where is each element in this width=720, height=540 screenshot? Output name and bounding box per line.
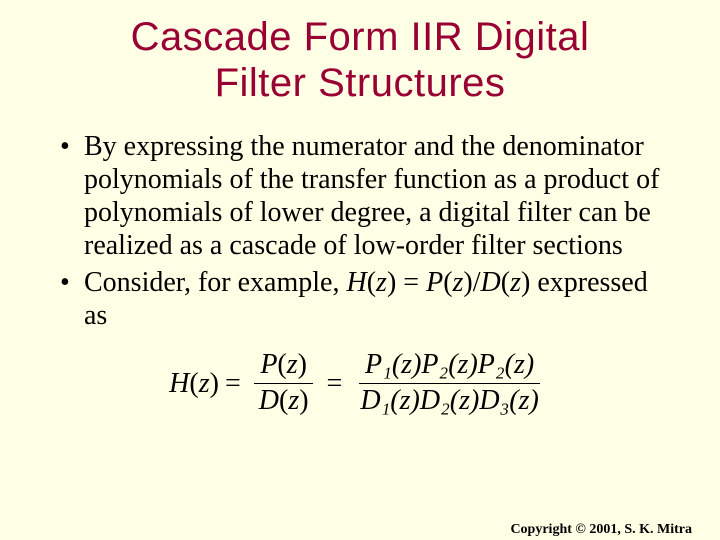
bullet-2: • Consider, for example, H(z) = P(z)/D(z… xyxy=(60,266,660,332)
fraction-2-num: P₁(z)P₂(z)P₂(z) xyxy=(359,350,540,384)
fraction-2: P₁(z)P₂(z)P₂(z) D₁(z)D₂(z)D₃(z) xyxy=(354,350,545,417)
eq-equals: = xyxy=(225,367,241,400)
paren-open: ( xyxy=(277,349,286,380)
eq-equals: = xyxy=(327,367,343,400)
eq-H: H xyxy=(169,367,189,400)
copyright-notice: Copyright © 2001, S. K. Mitra xyxy=(510,522,692,538)
slide-body: • By expressing the numerator and the de… xyxy=(60,130,660,417)
fraction-1-den: D(z) xyxy=(253,384,315,417)
var-D: D xyxy=(481,267,501,298)
eq-z: z xyxy=(288,385,299,416)
bullet-1: • By expressing the numerator and the de… xyxy=(60,130,660,262)
var-H: H xyxy=(346,267,366,298)
var-z: z xyxy=(376,267,387,298)
paren-close: ) xyxy=(299,385,308,416)
slide-title: Cascade Form IIR Digital Filter Structur… xyxy=(0,14,720,106)
bullet-1-text: By expressing the numerator and the deno… xyxy=(84,130,660,262)
paren-open: ( xyxy=(189,367,198,400)
bullet-mark: • xyxy=(60,266,84,332)
bullet-mark: • xyxy=(60,130,84,262)
fraction-1: P(z) D(z) xyxy=(253,350,315,417)
paren-open: ( xyxy=(279,385,288,416)
fraction-2-den: D₁(z)D₂(z)D₃(z) xyxy=(354,384,545,417)
var-z: z xyxy=(453,267,464,298)
title-line-2: Filter Structures xyxy=(215,61,506,105)
var-z: z xyxy=(510,267,521,298)
eq-z: z xyxy=(199,367,210,400)
equation-row: H(z) = P(z) D(z) = P₁(z)P₂(z)P₂(z) D₁(z)… xyxy=(169,350,551,417)
eq-P: P xyxy=(260,349,277,380)
bullet-2-text: Consider, for example, H(z) = P(z)/D(z) … xyxy=(84,266,660,332)
fraction-1-num: P(z) xyxy=(254,350,313,384)
paren-close: ) xyxy=(298,349,307,380)
title-line-1: Cascade Form IIR Digital xyxy=(131,15,590,59)
paren-close: ) xyxy=(210,367,219,400)
eq-z: z xyxy=(287,349,298,380)
eq-sign: = xyxy=(396,267,426,298)
slash: / xyxy=(473,267,481,298)
eq-D: D xyxy=(259,385,279,416)
var-P: P xyxy=(426,267,443,298)
bullet-2-lead: Consider, for example, xyxy=(84,267,346,298)
equation-display: H(z) = P(z) D(z) = P₁(z)P₂(z)P₂(z) D₁(z)… xyxy=(60,350,660,417)
